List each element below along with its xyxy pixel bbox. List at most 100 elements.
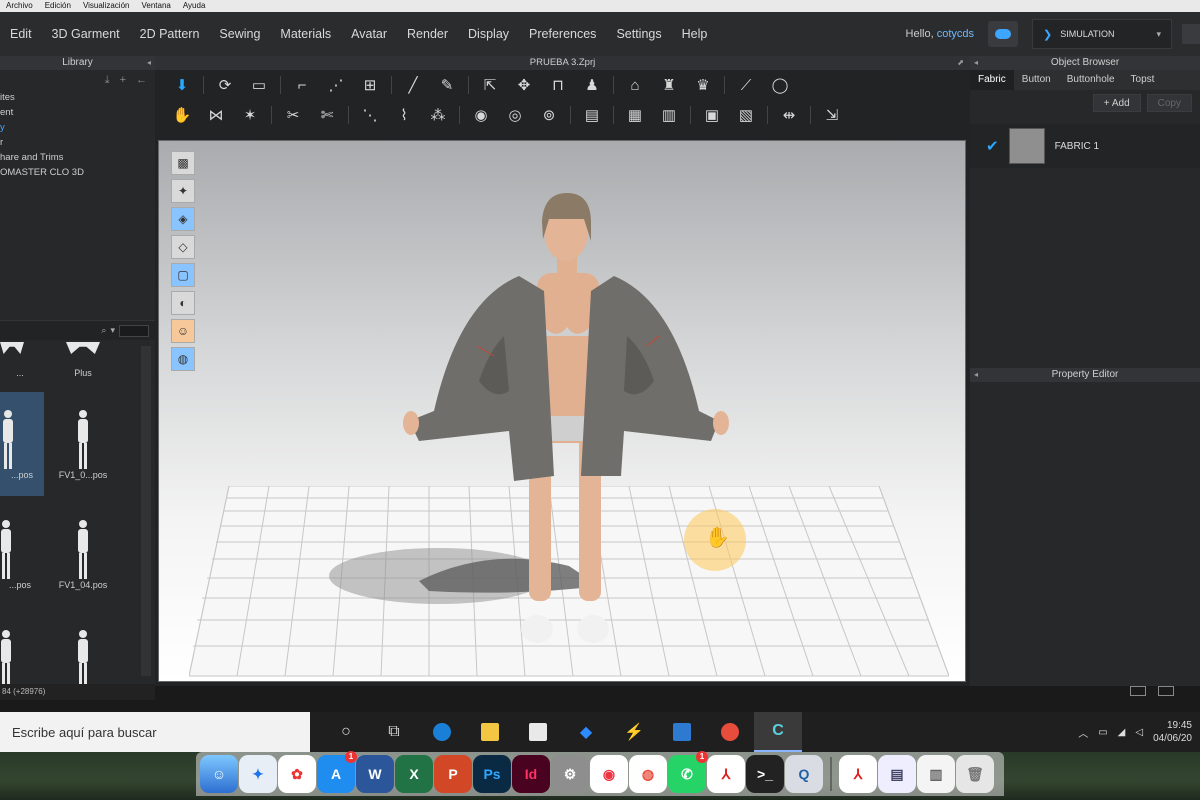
tab-buttonhole[interactable]: Buttonhole bbox=[1059, 70, 1123, 90]
menu-settings[interactable]: Settings bbox=[606, 12, 671, 56]
vscode-icon[interactable]: ⚡ bbox=[610, 712, 658, 752]
document-icon[interactable]: ▤ bbox=[878, 755, 916, 793]
select-move-tool-icon[interactable]: ⬇ bbox=[165, 73, 199, 97]
texture-tool-icon[interactable]: ▤ bbox=[575, 103, 609, 127]
zipper-tool-icon[interactable]: ⊚ bbox=[532, 103, 566, 127]
taskbar-clock[interactable]: 19:45 04/06/20 bbox=[1153, 719, 1192, 745]
terminal-icon[interactable]: >_ bbox=[746, 755, 784, 793]
pin-icon[interactable]: ◂ bbox=[974, 368, 978, 382]
expand-icon[interactable]: ⬈ bbox=[957, 56, 964, 70]
sewing-tool-icon[interactable]: ⋈ bbox=[199, 103, 233, 127]
trim-select-icon[interactable]: ▧ bbox=[729, 103, 763, 127]
fabric-list-item[interactable]: ✔ FABRIC 1 bbox=[970, 124, 1200, 168]
appstore-icon[interactable]: A1 bbox=[317, 751, 357, 793]
cloud-button[interactable] bbox=[988, 21, 1018, 47]
scissors-tool-icon[interactable]: ✄ bbox=[310, 103, 344, 127]
file-icon[interactable]: ▥ bbox=[917, 755, 955, 793]
simulation-tool-icon[interactable]: ⟳ bbox=[208, 73, 242, 97]
dropbox-icon[interactable]: ◆ bbox=[562, 712, 610, 752]
mac-menu-ayuda[interactable]: Ayuda bbox=[177, 0, 212, 12]
cortana-icon[interactable]: ○ bbox=[322, 712, 370, 752]
menu-avatar[interactable]: Avatar bbox=[341, 12, 397, 56]
trim-tool-icon[interactable]: ▣ bbox=[695, 103, 729, 127]
transform-graphic-icon[interactable]: ▥ bbox=[652, 103, 686, 127]
finder-icon[interactable]: ☺ bbox=[200, 755, 238, 793]
fold-tool-icon[interactable]: ⌐ bbox=[285, 73, 319, 97]
network-icon[interactable]: ◢ bbox=[1118, 727, 1126, 738]
tree-item-selected[interactable]: y bbox=[0, 120, 155, 135]
menu-materials[interactable]: Materials bbox=[270, 12, 341, 56]
view-world-icon[interactable]: ◍ bbox=[171, 347, 195, 371]
hanger-tool-icon[interactable]: ⌂ bbox=[618, 73, 652, 97]
library-item[interactable]: ...pos bbox=[0, 502, 40, 606]
pucker-tool-icon[interactable]: ⁂ bbox=[421, 103, 455, 127]
button-tool-icon[interactable]: ◉ bbox=[464, 103, 498, 127]
library-item[interactable] bbox=[54, 612, 112, 689]
measure-tool-icon[interactable]: ⟋ bbox=[729, 73, 763, 97]
chevron-down-icon[interactable]: ▾ bbox=[110, 325, 115, 336]
buttonhole-tool-icon[interactable]: ◎ bbox=[498, 103, 532, 127]
whatsapp-icon[interactable]: ✆ 1 bbox=[668, 751, 708, 793]
arrow-tool-icon[interactable]: ⇲ bbox=[815, 103, 849, 127]
chevron-up-icon[interactable]: ︿ bbox=[1078, 725, 1088, 740]
photo-booth-icon[interactable]: ◉ bbox=[590, 755, 628, 793]
box-select-tool-icon[interactable]: ▭ bbox=[242, 73, 276, 97]
username[interactable]: cotycds bbox=[937, 28, 974, 40]
menu-sewing[interactable]: Sewing bbox=[209, 12, 270, 56]
chrome-icon[interactable]: ◍ bbox=[629, 755, 667, 793]
tab-fabric[interactable]: Fabric bbox=[970, 70, 1014, 90]
view-fabric-icon[interactable]: ◐ bbox=[171, 291, 195, 315]
tape-tool-icon[interactable]: ◯ bbox=[763, 73, 797, 97]
dress-tool-icon[interactable]: ♜ bbox=[652, 73, 686, 97]
pattern-tool-icon[interactable]: ⋰ bbox=[319, 73, 353, 97]
mac-menu-archivo[interactable]: Archivo bbox=[0, 0, 39, 12]
mac-menu-ventana[interactable]: Ventana bbox=[135, 0, 176, 12]
library-item[interactable]: FV1_0...pos bbox=[54, 392, 112, 496]
mode-selector[interactable]: ❯ SIMULATION ▾ bbox=[1032, 19, 1172, 49]
grid-tool-icon[interactable]: ⊞ bbox=[353, 73, 387, 97]
tree-item[interactable]: OMASTER CLO 3D bbox=[0, 165, 155, 180]
view-avatar-icon[interactable]: ▩ bbox=[171, 151, 195, 175]
split-view-icon[interactable] bbox=[1130, 686, 1146, 696]
tree-item[interactable]: ent bbox=[0, 105, 155, 120]
align-tool-icon[interactable]: ⇹ bbox=[772, 103, 806, 127]
view-mesh-icon[interactable]: ▢ bbox=[171, 263, 195, 287]
view-pattern-icon[interactable]: ◇ bbox=[171, 235, 195, 259]
stitch-tool-icon[interactable]: ⋱ bbox=[353, 103, 387, 127]
indesign-icon[interactable]: Id bbox=[512, 755, 550, 793]
edge-icon[interactable] bbox=[418, 712, 466, 752]
menu-edit[interactable]: Edit bbox=[0, 12, 42, 56]
pin-icon[interactable]: ◂ bbox=[974, 56, 978, 70]
volume-icon[interactable]: ◁ bbox=[1135, 727, 1143, 738]
cut-tool-icon[interactable]: ✂ bbox=[276, 103, 310, 127]
battery-icon[interactable]: ▭ bbox=[1098, 727, 1107, 738]
add-icon[interactable]: + bbox=[120, 74, 126, 86]
view-texture-icon[interactable]: ◈ bbox=[171, 207, 195, 231]
view-garment-icon[interactable]: ✦ bbox=[171, 179, 195, 203]
trash-icon[interactable]: 🗑 bbox=[956, 755, 994, 793]
avatar-tool-icon[interactable]: ♟ bbox=[575, 73, 609, 97]
library-scrollbar[interactable] bbox=[141, 346, 151, 676]
tree-item[interactable]: ites bbox=[0, 90, 155, 105]
minimize-button[interactable] bbox=[1182, 24, 1200, 44]
topstitch-tool-icon[interactable]: ⌇ bbox=[387, 103, 421, 127]
needle-tool-icon[interactable]: ✶ bbox=[233, 103, 267, 127]
library-item[interactable] bbox=[0, 612, 40, 689]
hat-tool-icon[interactable]: ♛ bbox=[686, 73, 720, 97]
3d-viewport[interactable]: ✋ ▩ ✦ ◈ ◇ ▢ ◐ ☺ ◍ bbox=[158, 140, 966, 682]
search-input[interactable]: Escribe aquí para buscar bbox=[0, 712, 310, 752]
pose-tool-icon[interactable]: ✋ bbox=[165, 103, 199, 127]
download-icon[interactable]: ⤓ bbox=[105, 74, 110, 87]
system-preferences-icon[interactable]: ⚙ bbox=[551, 755, 589, 793]
pin-tool-icon[interactable]: ⇱ bbox=[473, 73, 507, 97]
photoshop-icon[interactable]: Ps bbox=[473, 755, 511, 793]
menu-3d-garment[interactable]: 3D Garment bbox=[42, 12, 130, 56]
quicktime-icon[interactable]: Q bbox=[785, 755, 823, 793]
tree-item[interactable]: hare and Trims bbox=[0, 150, 155, 165]
search-icon[interactable]: ⌕ bbox=[101, 325, 106, 336]
chrome-icon[interactable] bbox=[706, 712, 754, 752]
mac-menu-edicion[interactable]: Edición bbox=[39, 0, 77, 12]
excel-icon[interactable]: X bbox=[395, 755, 433, 793]
mail-icon[interactable] bbox=[658, 712, 706, 752]
menu-help[interactable]: Help bbox=[672, 12, 718, 56]
